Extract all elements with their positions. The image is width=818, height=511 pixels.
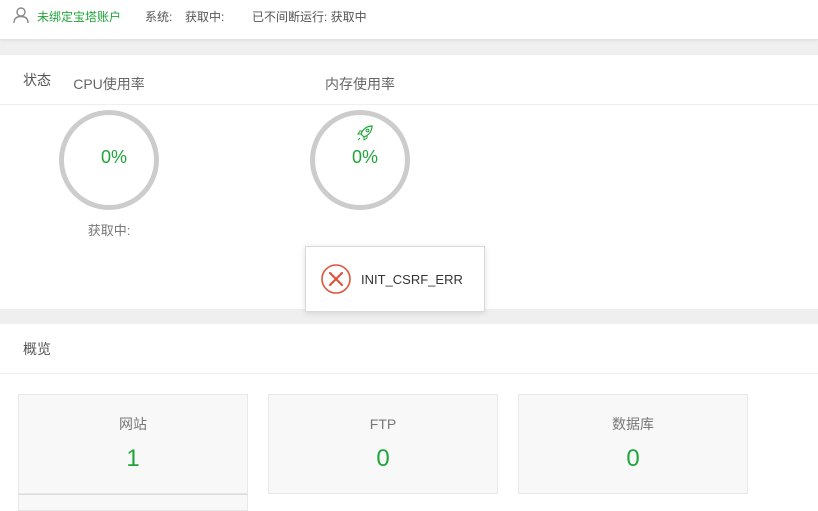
site-card[interactable]: 网站 1 [18, 394, 248, 494]
cpu-gauge-ring[interactable]: 0% [59, 110, 159, 210]
ftp-card-value[interactable]: 0 [269, 445, 497, 473]
cpu-gauge-value: 0% [100, 147, 127, 167]
ftp-card[interactable]: FTP 0 [268, 394, 498, 494]
overview-title: 概览 [0, 324, 818, 374]
error-circle-icon [321, 264, 351, 294]
error-toast: INIT_CSRF_ERR [305, 246, 485, 312]
cpu-gauge: CPU使用率 0% 获取中: [44, 74, 174, 254]
uptime-text: 已不间断运行: 获取中 [252, 10, 367, 24]
memory-gauge-ring[interactable]: 0% [310, 110, 410, 210]
database-card-label: 数据库 [612, 416, 654, 432]
error-message: INIT_CSRF_ERR [361, 272, 463, 287]
rocket-icon[interactable] [355, 123, 375, 143]
user-icon [13, 7, 29, 24]
bind-account-link[interactable]: 未绑定宝塔账户 [37, 8, 121, 25]
cpu-gauge-title: CPU使用率 [73, 76, 145, 92]
site-card-value[interactable]: 1 [19, 445, 247, 473]
ftp-card-label: FTP [369, 416, 397, 432]
site-card-label: 网站 [119, 416, 147, 432]
memory-gauge-value: 0% [351, 147, 378, 167]
system-value: 获取中: [185, 10, 225, 24]
memory-gauge: 内存使用率 0% [295, 74, 425, 254]
memory-gauge-title: 内存使用率 [325, 76, 395, 92]
site-card-footer [18, 494, 248, 511]
database-card[interactable]: 数据库 0 [518, 394, 748, 494]
overview-panel: 概览 网站 1 FTP 0 数据库 0 [0, 324, 818, 511]
database-card-value[interactable]: 0 [519, 445, 747, 473]
system-label: 系统: [145, 10, 173, 24]
top-bar: 未绑定宝塔账户 系统: 获取中: 已不间断运行: 获取中 [0, 0, 818, 40]
cpu-gauge-subtext: 获取中: [87, 223, 131, 238]
